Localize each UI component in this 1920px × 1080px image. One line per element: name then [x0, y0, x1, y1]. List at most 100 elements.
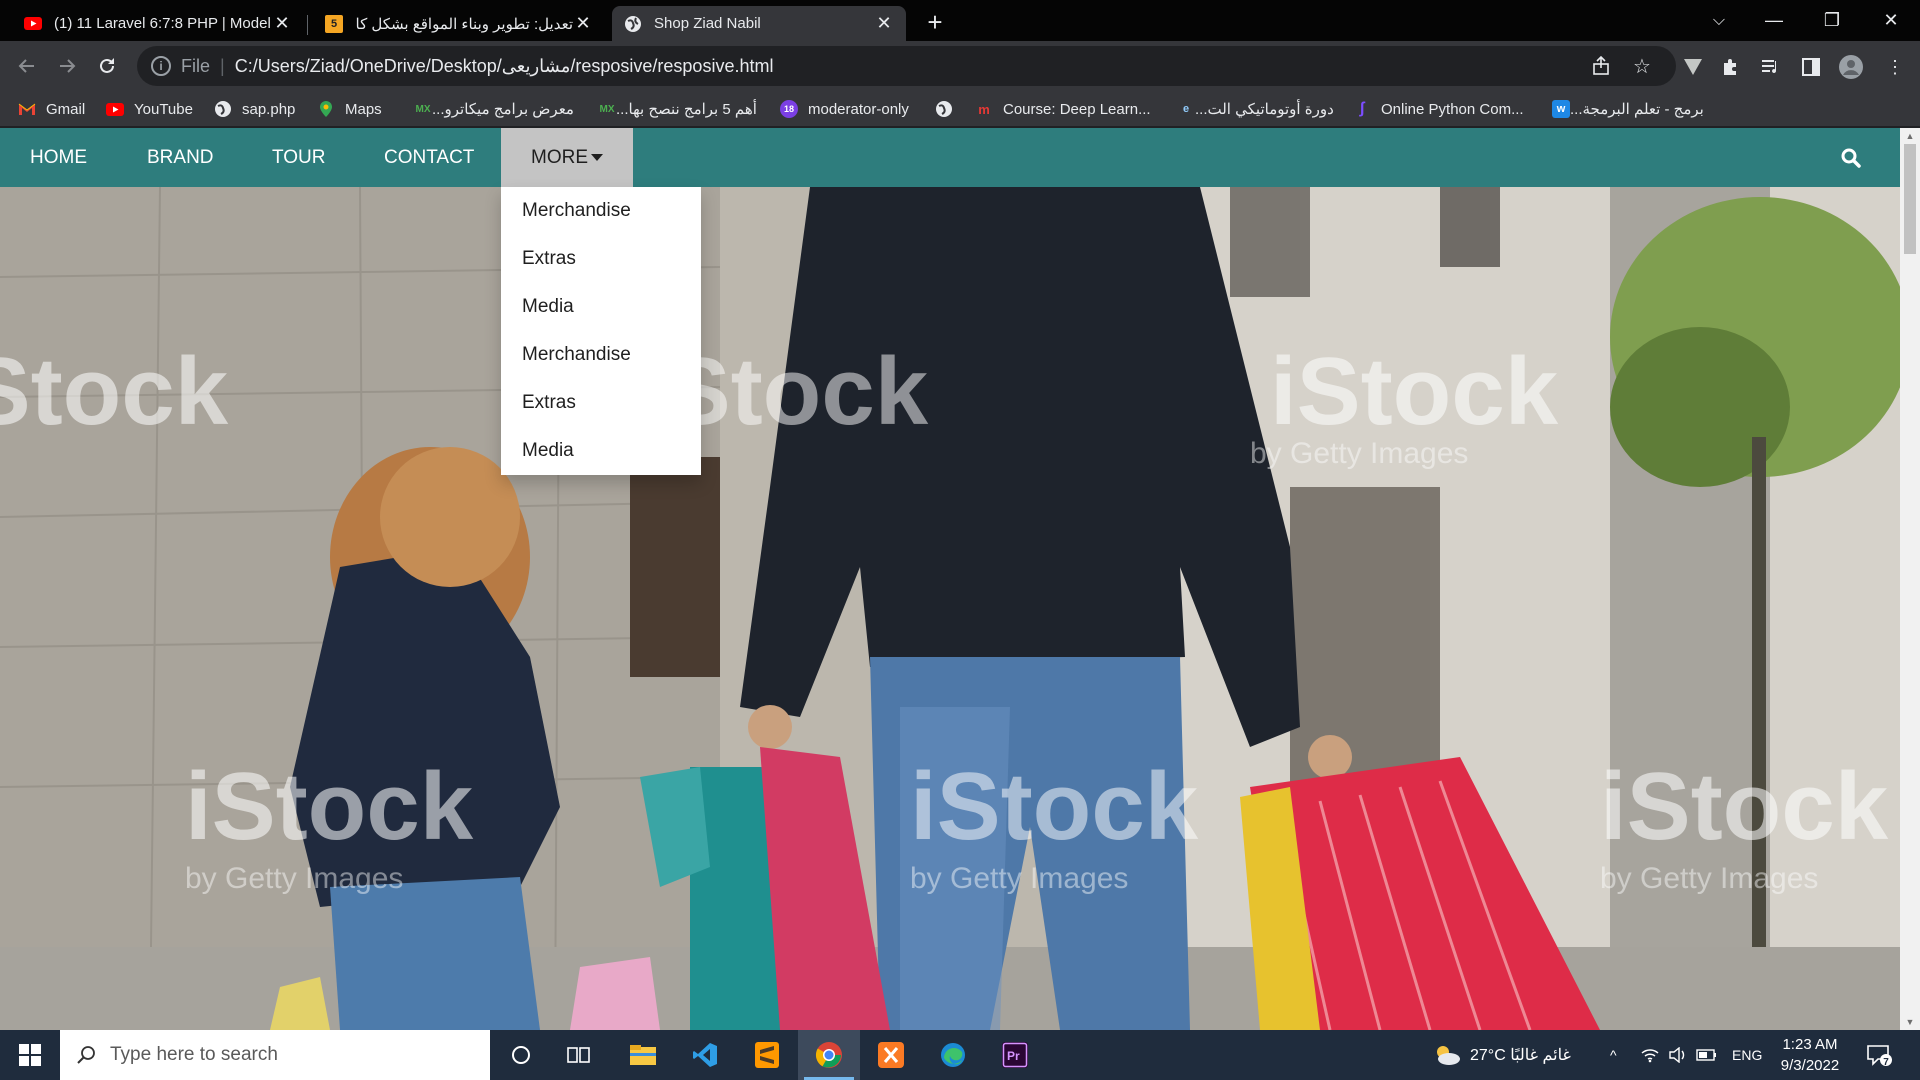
svg-text:Pr: Pr: [1007, 1049, 1020, 1063]
nav-tour[interactable]: TOUR: [242, 128, 355, 187]
bookmark-sap[interactable]: sap.php: [214, 97, 295, 121]
scrollbar-thumb[interactable]: [1904, 144, 1916, 254]
reload-button[interactable]: [91, 50, 123, 82]
nav-more[interactable]: MORE: [501, 128, 633, 187]
tray-chevron-up-icon[interactable]: ^: [1610, 1030, 1617, 1080]
bookmark-label: Gmail: [46, 100, 86, 118]
hero-image: iStock iStock iStock iStock iStock iStoc…: [0, 187, 1900, 1030]
language-indicator[interactable]: ENG: [1732, 1030, 1762, 1080]
tab-laravel[interactable]: (1) 11 Laravel 6:7:8 PHP | Model V ✕: [12, 6, 304, 41]
restore-button[interactable]: ❐: [1803, 0, 1861, 41]
bookmark-label: Online Python Com...: [1381, 100, 1524, 118]
bookmark-deep-learning[interactable]: m Course: Deep Learn...: [975, 97, 1150, 121]
close-window-button[interactable]: ✕: [1862, 0, 1920, 41]
nav-home[interactable]: HOME: [0, 128, 117, 187]
wifi-icon[interactable]: [1640, 1030, 1660, 1080]
bookmark-label: sap.php: [242, 100, 296, 118]
menu-dots-icon[interactable]: ⋮: [1882, 54, 1908, 80]
bookmark-gmail[interactable]: Gmail: [18, 97, 85, 121]
web-page: iStock iStock iStock iStock iStock iStoc…: [0, 128, 1900, 1030]
notification-center[interactable]: 7: [1866, 1030, 1892, 1080]
url-text[interactable]: C:/Users/Ziad/OneDrive/Desktop/مشاريعى/r…: [235, 56, 774, 77]
tab-shop[interactable]: Shop Ziad Nabil ✕: [612, 6, 906, 41]
vscode-icon[interactable]: [674, 1030, 736, 1080]
bookmark-globe[interactable]: [935, 97, 963, 121]
side-panel-icon[interactable]: [1798, 54, 1824, 80]
cortana-icon[interactable]: [490, 1030, 552, 1080]
media-queue-icon[interactable]: [1758, 54, 1784, 80]
search-icon: [77, 1046, 95, 1064]
arrow-right-icon: [60, 59, 76, 73]
windows-logo-icon: [19, 1044, 41, 1066]
dropdown-item-merchandise[interactable]: Merchandise: [501, 187, 701, 235]
profile-avatar[interactable]: [1838, 54, 1864, 80]
close-icon[interactable]: ✕: [272, 13, 292, 34]
globe-icon: [935, 100, 953, 118]
bookmark-label: معرض برامج ميكاترو...: [432, 101, 574, 118]
sublime-text-icon[interactable]: [736, 1030, 798, 1080]
dropdown-item-extras[interactable]: Extras: [501, 235, 701, 283]
watermark-text: iStock: [910, 753, 1199, 860]
youtube-icon: [24, 15, 42, 33]
puzzle-icon[interactable]: [1718, 54, 1744, 80]
bookmark-mechatronics[interactable]: معرض برامج ميكاترو... MX: [404, 97, 574, 121]
bookmarks-bar: Gmail YouTube sap.php Maps معرض برامج مي…: [0, 91, 1920, 127]
scroll-down-icon[interactable]: ▼: [1904, 1016, 1916, 1028]
tab-edit-course[interactable]: 5 تعديل: تطوير وبناء المواقع بشكل كا ✕: [313, 6, 605, 41]
start-button[interactable]: [0, 1030, 60, 1080]
dropdown-item-media[interactable]: Media: [501, 427, 701, 475]
info-icon[interactable]: i: [151, 56, 171, 76]
minimize-button[interactable]: —: [1745, 0, 1803, 41]
task-view-icon[interactable]: [548, 1030, 610, 1080]
clock-date: 9/3/2022: [1780, 1057, 1840, 1074]
dropdown-item-media[interactable]: Media: [501, 283, 701, 331]
address-bar[interactable]: i File | C:/Users/Ziad/OneDrive/Desktop/…: [137, 46, 1676, 86]
back-button[interactable]: [11, 50, 43, 82]
new-tab-button[interactable]: +: [920, 8, 950, 38]
edge-icon[interactable]: [922, 1030, 984, 1080]
close-icon[interactable]: ✕: [874, 13, 894, 34]
course-favicon: 5: [325, 14, 343, 33]
notification-count: 7: [1883, 1057, 1889, 1068]
tab-search-dropdown[interactable]: ⌵: [1690, 0, 1748, 41]
taskbar-search[interactable]: Type here to search: [60, 1030, 490, 1080]
scroll-up-icon[interactable]: ▲: [1904, 130, 1916, 142]
battery-icon[interactable]: [1696, 1030, 1718, 1080]
search-icon[interactable]: [1840, 147, 1862, 169]
system-clock[interactable]: 1:23 AM 9/3/2022: [1760, 1034, 1860, 1076]
caret-down-icon: [591, 154, 603, 162]
dropdown-item-extras[interactable]: Extras: [501, 379, 701, 427]
bookmark-star-icon[interactable]: ☆: [1630, 54, 1654, 78]
screen: (1) 11 Laravel 6:7:8 PHP | Model V ✕ 5 ت…: [0, 0, 1920, 1080]
bookmark-label: أهم 5 برامج ننصح بها...: [616, 101, 757, 118]
chrome-icon[interactable]: [798, 1030, 860, 1080]
bookmark-python[interactable]: ʃ Online Python Com...: [1353, 97, 1524, 121]
close-icon[interactable]: ✕: [573, 13, 593, 34]
bookmark-label: دورة أوتوماتيكي الت...: [1195, 101, 1334, 118]
dropdown-item-merchandise[interactable]: Merchandise: [501, 331, 701, 379]
premiere-pro-icon[interactable]: Pr: [984, 1030, 1046, 1080]
page-scrollbar[interactable]: ▲ ▼: [1900, 128, 1920, 1030]
volume-icon[interactable]: [1668, 1030, 1688, 1080]
gmail-icon: [18, 100, 36, 118]
address-separator: |: [220, 55, 225, 76]
bookmark-maps[interactable]: Maps: [317, 97, 382, 121]
scheme-label: File: [181, 55, 211, 76]
xampp-icon[interactable]: [860, 1030, 922, 1080]
weather-widget[interactable]: 27°C غائم غالبًا: [1432, 1030, 1571, 1080]
share-icon[interactable]: [1589, 54, 1613, 78]
bookmark-moderator[interactable]: 18 moderator-only: [780, 97, 909, 121]
bookmark-top5[interactable]: أهم 5 برامج ننصح بها... MX: [588, 97, 757, 121]
nav-contact[interactable]: CONTACT: [354, 128, 504, 187]
arrow-left-icon: [18, 59, 34, 73]
forward-button[interactable]: [51, 50, 83, 82]
nav-brand[interactable]: BRAND: [117, 128, 244, 187]
bookmark-label: Maps: [345, 100, 382, 118]
bookmark-automation[interactable]: دورة أوتوماتيكي الت... e: [1167, 97, 1334, 121]
watermark-text: iStock: [1270, 338, 1559, 445]
doc-icon: e: [1182, 103, 1190, 115]
file-explorer-icon[interactable]: [612, 1030, 674, 1080]
extension-v-icon[interactable]: [1680, 54, 1706, 80]
bookmark-youtube[interactable]: YouTube: [106, 97, 193, 121]
bookmark-barmej[interactable]: برمج - تعلم البرمجة... w: [1542, 97, 1704, 121]
